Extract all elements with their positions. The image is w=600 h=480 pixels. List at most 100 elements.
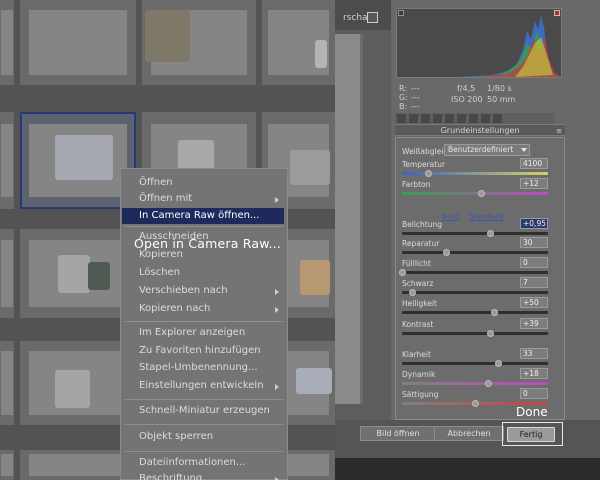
- snapshots-tab-icon[interactable]: [493, 114, 502, 123]
- thumbnail-image: [1, 351, 13, 415]
- focal-length-value: 50 mm: [487, 95, 516, 104]
- slider-value-field[interactable]: +50: [520, 297, 548, 308]
- context-menu-item[interactable]: Beschriftung: [139, 473, 202, 480]
- tone-curve-tab-icon[interactable]: [409, 114, 418, 123]
- slider-value-field[interactable]: 30: [520, 237, 548, 248]
- slider-label: Kontrast: [402, 320, 434, 329]
- slider-track[interactable]: [402, 311, 548, 314]
- slider-thumb[interactable]: [425, 170, 433, 177]
- hand-thumbnail: [145, 10, 190, 62]
- context-menu-item[interactable]: Zu Favoriten hinzufügen: [139, 345, 261, 356]
- context-menu-item[interactable]: Verschieben nach: [139, 285, 228, 296]
- cancel-button[interactable]: Abbrechen: [434, 426, 504, 441]
- slider-track[interactable]: [402, 271, 548, 274]
- r-value: ---: [411, 84, 420, 93]
- slider-track[interactable]: [402, 172, 548, 175]
- highlight-clipping-icon[interactable]: [554, 10, 560, 16]
- panel-menu-icon[interactable]: ≡: [556, 127, 562, 135]
- context-menu-item[interactable]: Schnell-Miniatur erzeugen: [139, 405, 270, 416]
- slider-value-field[interactable]: 7: [520, 277, 548, 288]
- slider-thumb[interactable]: [399, 269, 406, 276]
- slider-track[interactable]: [402, 251, 548, 254]
- slider-thumb[interactable]: [486, 330, 494, 337]
- standard-link[interactable]: Standard: [469, 212, 503, 221]
- thumbnail-cell[interactable]: [0, 112, 14, 209]
- context-menu-item-label: Öffnen: [139, 177, 173, 188]
- slider-thumb[interactable]: [409, 289, 417, 296]
- thumbnail-cell[interactable]: [0, 0, 14, 85]
- slider-thumb[interactable]: [490, 309, 498, 316]
- slider-label: Klarheit: [402, 350, 431, 359]
- thumbnail-cell[interactable]: [20, 0, 136, 85]
- context-menu-item[interactable]: Stapel-Umbenennung...: [139, 362, 258, 373]
- thumbnail-image: [1, 123, 13, 198]
- context-menu-item-label: Verschieben nach: [139, 285, 228, 296]
- g-label: G:: [399, 93, 408, 102]
- slider-thumb[interactable]: [472, 400, 479, 407]
- thumbnail-cell[interactable]: [20, 450, 136, 480]
- slider-thumb[interactable]: [495, 360, 503, 367]
- section-title: Grundeinstellungen: [440, 126, 520, 135]
- slider-thumb[interactable]: [485, 380, 493, 387]
- fullscreen-icon[interactable]: [367, 12, 378, 23]
- slider-thumb[interactable]: [477, 190, 485, 197]
- slider-value-field[interactable]: 0: [520, 388, 548, 399]
- slider-label: Helligkeit: [402, 299, 437, 308]
- context-menu-item[interactable]: Im Explorer anzeigen: [139, 327, 245, 338]
- context-menu-item[interactable]: Dateiinformationen...: [139, 457, 245, 468]
- context-menu-item-label: Dateiinformationen...: [139, 457, 246, 468]
- slider-label: Belichtung: [402, 220, 443, 229]
- context-menu-item[interactable]: Öffnen: [139, 177, 173, 188]
- slider-track[interactable]: [402, 362, 548, 365]
- context-menu-item-label: Löschen: [139, 267, 181, 278]
- context-menu-item[interactable]: Löschen: [139, 267, 180, 278]
- slider-track[interactable]: [402, 291, 548, 294]
- menu-separator: [125, 451, 283, 452]
- context-menu-item-label: Objekt sperren: [139, 431, 214, 442]
- thumbnail-image: [29, 453, 127, 477]
- context-menu: Öffnen Öffnen mit In Camera Raw öffnen... A…: [120, 168, 288, 480]
- thumbnail-cell[interactable]: [0, 341, 14, 425]
- slider-thumb[interactable]: [442, 249, 450, 256]
- open-image-button[interactable]: Bild öffnen: [360, 426, 436, 441]
- slider-track[interactable]: [402, 382, 548, 385]
- thumbnail-cell[interactable]: [0, 229, 14, 318]
- shadow-clipping-icon[interactable]: [398, 10, 404, 16]
- iso-value: ISO 200: [451, 95, 483, 104]
- panel-tabs: [395, 113, 555, 124]
- thumbnail-cell[interactable]: [0, 450, 14, 480]
- slider-value-field[interactable]: +12: [520, 178, 548, 189]
- thumbnail-image: [1, 10, 13, 75]
- submenu-arrow-icon: [275, 307, 279, 313]
- camera-thumbnail: [296, 368, 332, 394]
- white-balance-select[interactable]: Benutzerdefiniert: [444, 144, 530, 156]
- slider-value-field[interactable]: +18: [520, 368, 548, 379]
- slider-value-field[interactable]: 4100: [520, 158, 548, 169]
- presets-tab-icon[interactable]: [481, 114, 490, 123]
- slider-value-field[interactable]: 33: [520, 348, 548, 359]
- slider-track[interactable]: [402, 232, 548, 235]
- slider-track[interactable]: [402, 192, 548, 195]
- preview-toolbar: rschau: [335, 0, 391, 30]
- slider-value-field[interactable]: +0,95: [520, 218, 548, 229]
- preview-border: [360, 34, 363, 404]
- slider-value-field[interactable]: +39: [520, 318, 548, 329]
- camera-calibration-tab-icon[interactable]: [469, 114, 478, 123]
- detail-tab-icon[interactable]: [421, 114, 430, 123]
- hsl-tab-icon[interactable]: [433, 114, 442, 123]
- context-menu-item[interactable]: Einstellungen entwickeln: [139, 380, 264, 391]
- context-menu-item[interactable]: In Camera Raw öffnen...: [122, 208, 284, 224]
- context-menu-item[interactable]: Öffnen mit: [139, 193, 192, 204]
- auto-link[interactable]: Auto: [442, 212, 459, 221]
- context-menu-item[interactable]: Objekt sperren: [139, 431, 213, 442]
- chevron-down-icon: [521, 148, 527, 152]
- split-toning-tab-icon[interactable]: [445, 114, 454, 123]
- image-preview[interactable]: [335, 34, 360, 404]
- context-menu-item[interactable]: Kopieren nach: [139, 303, 210, 314]
- basic-tab-icon[interactable]: [397, 114, 406, 123]
- submenu-arrow-icon: [275, 384, 279, 390]
- lens-tab-icon[interactable]: [457, 114, 466, 123]
- slider-value-field[interactable]: 0: [520, 257, 548, 268]
- slider-thumb[interactable]: [486, 230, 494, 237]
- slider-track[interactable]: [402, 332, 548, 335]
